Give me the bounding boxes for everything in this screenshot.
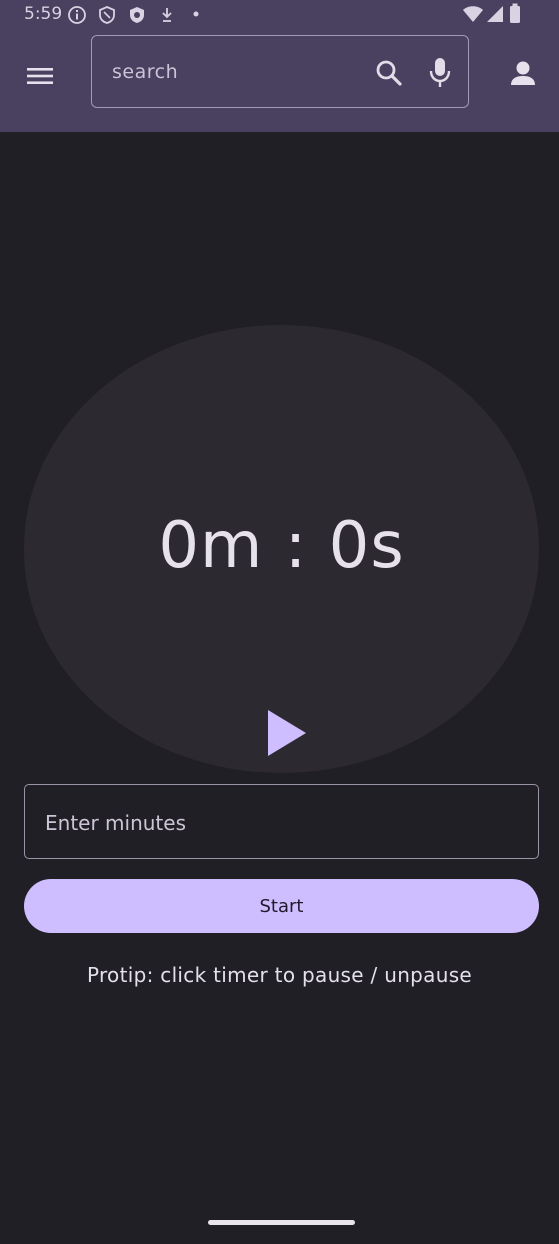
minutes-field bbox=[24, 784, 539, 859]
protip-text: Protip: click timer to pause / unpause bbox=[86, 963, 473, 987]
start-button[interactable]: Start bbox=[24, 879, 539, 933]
search-icon bbox=[376, 60, 402, 86]
timer-screen: 5:59 search 0m: 0s Enter minutes Start … bbox=[0, 0, 559, 1244]
shield-filled-icon bbox=[130, 7, 144, 23]
status-time: 5:59 bbox=[24, 4, 63, 24]
dot-icon bbox=[193, 11, 199, 17]
search-input[interactable] bbox=[112, 56, 352, 88]
play-icon bbox=[268, 710, 306, 756]
shield-icon bbox=[99, 6, 115, 24]
download-icon bbox=[162, 8, 172, 22]
gesture-nav-bar[interactable] bbox=[208, 1220, 355, 1225]
mic-icon bbox=[429, 58, 451, 87]
menu-button[interactable] bbox=[20, 56, 60, 96]
menu-icon bbox=[27, 68, 53, 84]
battery-icon bbox=[510, 3, 520, 23]
search-button[interactable] bbox=[374, 58, 404, 88]
account-button[interactable] bbox=[505, 56, 541, 92]
search-box bbox=[91, 35, 469, 108]
status-bar: 5:59 bbox=[0, 0, 559, 30]
voice-search-button[interactable] bbox=[425, 56, 455, 90]
app-bar bbox=[0, 30, 559, 132]
minutes-input[interactable] bbox=[45, 807, 505, 839]
info-icon bbox=[68, 6, 86, 24]
account-icon bbox=[511, 61, 535, 85]
wifi-icon bbox=[463, 6, 483, 22]
timer-display-area[interactable]: 0m : 0s bbox=[24, 325, 539, 773]
play-button[interactable] bbox=[266, 708, 310, 758]
timer-time-text: 0m : 0s bbox=[158, 509, 405, 583]
signal-icon bbox=[487, 6, 503, 22]
